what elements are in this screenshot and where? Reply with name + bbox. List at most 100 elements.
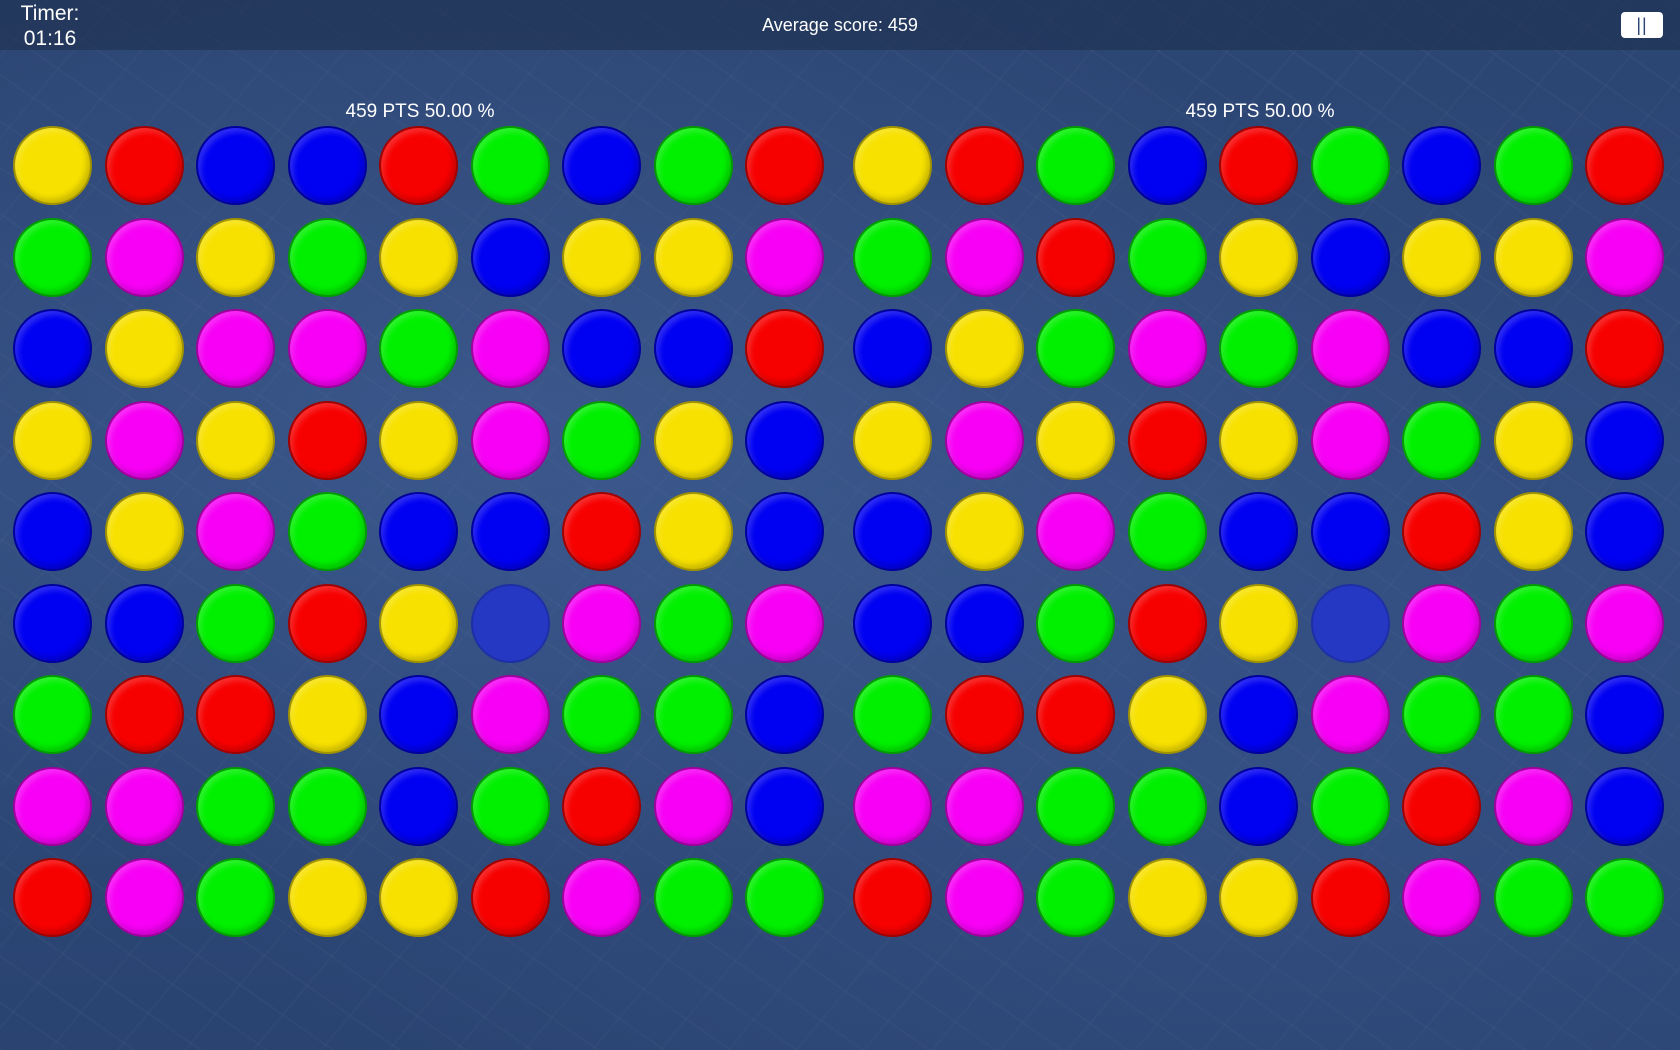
- ball-blue[interactable]: [13, 309, 92, 388]
- ball-yellow[interactable]: [653, 400, 733, 480]
- ball-red[interactable]: [562, 766, 641, 846]
- ball-blue[interactable]: [745, 492, 824, 571]
- ball-green[interactable]: [470, 126, 550, 205]
- ball-green[interactable]: [1402, 400, 1481, 480]
- ball-green[interactable]: [1127, 492, 1207, 571]
- ball-blue[interactable]: [1310, 492, 1390, 571]
- ball-yellow[interactable]: [1402, 217, 1481, 297]
- ball-magenta[interactable]: [944, 766, 1024, 846]
- ball-blue[interactable]: [1585, 675, 1664, 754]
- ball-magenta[interactable]: [470, 400, 550, 480]
- ball-dark-blue[interactable]: [1310, 583, 1390, 663]
- ball-blue[interactable]: [196, 126, 275, 205]
- ball-blue[interactable]: [379, 675, 458, 754]
- ball-green[interactable]: [196, 858, 275, 937]
- ball-green[interactable]: [1585, 858, 1664, 937]
- ball-red[interactable]: [1402, 766, 1481, 846]
- ball-green[interactable]: [1402, 675, 1481, 754]
- ball-magenta[interactable]: [470, 309, 550, 388]
- ball-blue[interactable]: [1219, 675, 1298, 754]
- ball-yellow[interactable]: [853, 126, 932, 205]
- ball-yellow[interactable]: [1127, 675, 1207, 754]
- ball-yellow[interactable]: [104, 492, 184, 571]
- ball-yellow[interactable]: [287, 675, 367, 754]
- ball-green[interactable]: [1219, 309, 1298, 388]
- ball-blue[interactable]: [13, 492, 92, 571]
- ball-yellow[interactable]: [653, 492, 733, 571]
- ball-green[interactable]: [1493, 675, 1573, 754]
- ball-red[interactable]: [1585, 126, 1664, 205]
- ball-yellow[interactable]: [944, 309, 1024, 388]
- ball-red[interactable]: [379, 126, 458, 205]
- ball-blue[interactable]: [944, 583, 1024, 663]
- ball-green[interactable]: [287, 766, 367, 846]
- ball-magenta[interactable]: [1585, 217, 1664, 297]
- ball-red[interactable]: [1127, 400, 1207, 480]
- pause-button[interactable]: ||: [1621, 12, 1663, 38]
- ball-red[interactable]: [853, 858, 932, 937]
- ball-green[interactable]: [653, 126, 733, 205]
- ball-yellow[interactable]: [13, 400, 92, 480]
- ball-green[interactable]: [1127, 217, 1207, 297]
- ball-yellow[interactable]: [1493, 217, 1573, 297]
- ball-green[interactable]: [1036, 583, 1115, 663]
- ball-blue[interactable]: [1219, 766, 1298, 846]
- ball-blue[interactable]: [853, 583, 932, 663]
- ball-magenta[interactable]: [745, 217, 824, 297]
- ball-yellow[interactable]: [653, 217, 733, 297]
- ball-magenta[interactable]: [745, 583, 824, 663]
- ball-red[interactable]: [470, 858, 550, 937]
- ball-green[interactable]: [745, 858, 824, 937]
- ball-green[interactable]: [1036, 309, 1115, 388]
- ball-green[interactable]: [1127, 766, 1207, 846]
- ball-green[interactable]: [470, 766, 550, 846]
- ball-red[interactable]: [1127, 583, 1207, 663]
- ball-blue[interactable]: [562, 309, 641, 388]
- ball-green[interactable]: [1493, 583, 1573, 663]
- ball-blue[interactable]: [379, 766, 458, 846]
- ball-green[interactable]: [562, 675, 641, 754]
- ball-magenta[interactable]: [1310, 309, 1390, 388]
- ball-green[interactable]: [1036, 766, 1115, 846]
- ball-green[interactable]: [1493, 126, 1573, 205]
- ball-blue[interactable]: [470, 492, 550, 571]
- ball-blue[interactable]: [379, 492, 458, 571]
- ball-green[interactable]: [287, 217, 367, 297]
- ball-blue[interactable]: [1219, 492, 1298, 571]
- ball-green[interactable]: [1036, 858, 1115, 937]
- ball-yellow[interactable]: [379, 583, 458, 663]
- ball-yellow[interactable]: [104, 309, 184, 388]
- ball-magenta[interactable]: [1036, 492, 1115, 571]
- ball-blue[interactable]: [1585, 400, 1664, 480]
- ball-red[interactable]: [1036, 675, 1115, 754]
- ball-green[interactable]: [853, 217, 932, 297]
- ball-magenta[interactable]: [104, 400, 184, 480]
- ball-magenta[interactable]: [104, 217, 184, 297]
- ball-yellow[interactable]: [1219, 858, 1298, 937]
- ball-yellow[interactable]: [1219, 583, 1298, 663]
- ball-yellow[interactable]: [379, 400, 458, 480]
- ball-blue[interactable]: [853, 492, 932, 571]
- ball-yellow[interactable]: [562, 217, 641, 297]
- ball-yellow[interactable]: [1036, 400, 1115, 480]
- ball-magenta[interactable]: [1310, 675, 1390, 754]
- ball-blue[interactable]: [1585, 766, 1664, 846]
- ball-green[interactable]: [853, 675, 932, 754]
- ball-magenta[interactable]: [196, 309, 275, 388]
- ball-blue[interactable]: [1585, 492, 1664, 571]
- ball-yellow[interactable]: [1493, 400, 1573, 480]
- ball-yellow[interactable]: [1493, 492, 1573, 571]
- ball-yellow[interactable]: [379, 858, 458, 937]
- ball-magenta[interactable]: [853, 766, 932, 846]
- ball-blue[interactable]: [1127, 126, 1207, 205]
- ball-dark-blue[interactable]: [470, 583, 550, 663]
- ball-red[interactable]: [1036, 217, 1115, 297]
- ball-red[interactable]: [944, 675, 1024, 754]
- ball-yellow[interactable]: [13, 126, 92, 205]
- ball-blue[interactable]: [104, 583, 184, 663]
- ball-magenta[interactable]: [944, 858, 1024, 937]
- ball-magenta[interactable]: [1402, 583, 1481, 663]
- ball-green[interactable]: [653, 675, 733, 754]
- ball-red[interactable]: [1219, 126, 1298, 205]
- ball-blue[interactable]: [653, 309, 733, 388]
